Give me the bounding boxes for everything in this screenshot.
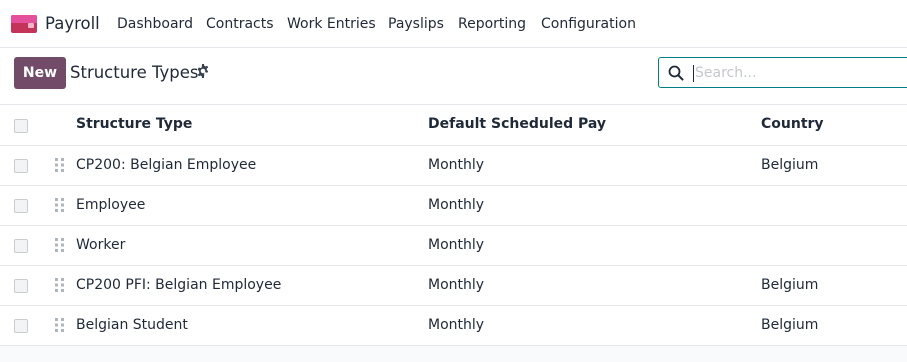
control-panel: New Structure Types [0, 48, 907, 105]
menu-payslips[interactable]: Payslips [388, 16, 444, 32]
cell-default-scheduled-pay: Monthly [428, 157, 485, 173]
row-checkbox[interactable] [14, 319, 28, 333]
cell-structure-type: CP200: Belgian Employee [76, 157, 257, 173]
row-checkbox[interactable] [14, 239, 28, 253]
cell-structure-type: Employee [76, 197, 146, 213]
cell-structure-type: CP200 PFI: Belgian Employee [76, 277, 282, 293]
cell-default-scheduled-pay: Monthly [428, 197, 485, 213]
table-row[interactable]: Worker Monthly [0, 226, 907, 266]
page-title: Structure Types [70, 63, 199, 82]
text-caret [693, 65, 694, 82]
table-row[interactable]: CP200: Belgian Employee Monthly Belgium [0, 146, 907, 186]
cell-country: Belgium [761, 317, 819, 333]
drag-handle-icon[interactable] [55, 198, 64, 212]
gear-icon[interactable] [196, 64, 210, 78]
new-button[interactable]: New [14, 57, 66, 89]
top-navbar: Payroll Dashboard Contracts Work Entries… [0, 0, 907, 48]
search-input[interactable] [695, 60, 905, 85]
cell-structure-type: Worker [76, 237, 126, 253]
table-header: Structure Type Default Scheduled Pay Cou… [0, 105, 907, 146]
drag-handle-icon[interactable] [55, 318, 64, 332]
cell-default-scheduled-pay: Monthly [428, 277, 485, 293]
menu-work-entries[interactable]: Work Entries [287, 16, 376, 32]
table-row[interactable]: Belgian Student Monthly Belgium [0, 306, 907, 346]
row-checkbox[interactable] [14, 199, 28, 213]
menu-contracts[interactable]: Contracts [206, 16, 274, 32]
drag-handle-icon[interactable] [55, 278, 64, 292]
menu-configuration[interactable]: Configuration [541, 16, 636, 32]
table-row[interactable]: CP200 PFI: Belgian Employee Monthly Belg… [0, 266, 907, 306]
select-all-checkbox[interactable] [14, 119, 28, 133]
row-checkbox[interactable] [14, 279, 28, 293]
cell-default-scheduled-pay: Monthly [428, 317, 485, 333]
app-name[interactable]: Payroll [45, 14, 100, 33]
column-header-country[interactable]: Country [761, 116, 824, 132]
column-header-default-scheduled-pay[interactable]: Default Scheduled Pay [428, 116, 606, 132]
menu-dashboard[interactable]: Dashboard [117, 16, 193, 32]
drag-handle-icon[interactable] [55, 238, 64, 252]
payroll-app-icon[interactable] [11, 15, 37, 33]
table-row[interactable]: Employee Monthly [0, 186, 907, 226]
column-header-structure-type[interactable]: Structure Type [76, 116, 192, 132]
menu-reporting[interactable]: Reporting [458, 16, 526, 32]
cell-default-scheduled-pay: Monthly [428, 237, 485, 253]
search-icon[interactable] [668, 65, 684, 81]
cell-structure-type: Belgian Student [76, 317, 188, 333]
structure-types-list: Structure Type Default Scheduled Pay Cou… [0, 105, 907, 346]
search-box[interactable] [658, 57, 907, 88]
row-checkbox[interactable] [14, 159, 28, 173]
drag-handle-icon[interactable] [55, 158, 64, 172]
cell-country: Belgium [761, 157, 819, 173]
cell-country: Belgium [761, 277, 819, 293]
